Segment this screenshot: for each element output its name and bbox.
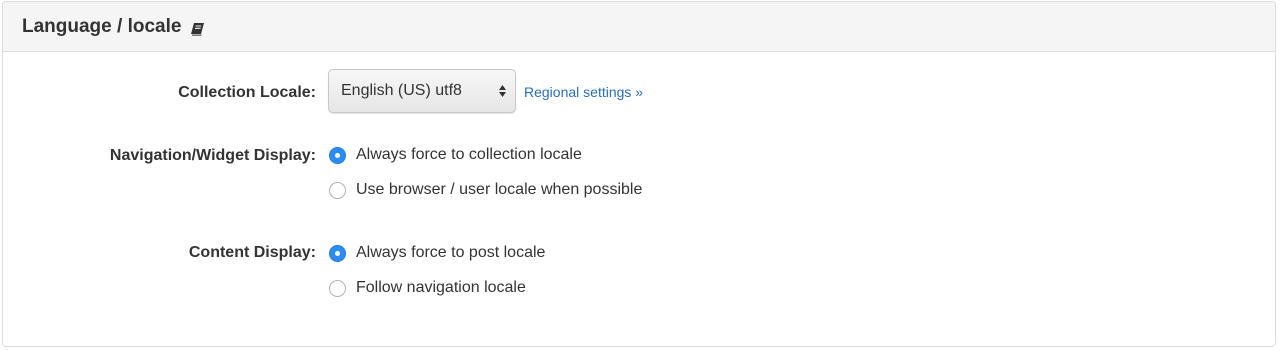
radio-content-follow-navigation[interactable]: Follow navigation locale bbox=[329, 279, 526, 297]
content-display-label: Content Display: bbox=[188, 244, 316, 261]
panel-heading: Language / locale bbox=[3, 2, 1275, 52]
panel-title: Language / locale bbox=[22, 15, 182, 37]
radio-button-unchecked[interactable] bbox=[329, 279, 346, 297]
radio-content-force-post[interactable]: Always force to post locale bbox=[329, 244, 545, 262]
radio-label: Follow navigation locale bbox=[356, 279, 526, 296]
radio-button-checked[interactable] bbox=[329, 244, 346, 262]
collection-locale-value: English (US) utf8 bbox=[341, 82, 462, 99]
book-icon[interactable] bbox=[190, 22, 205, 36]
regional-settings-link[interactable]: Regional settings » bbox=[524, 84, 643, 100]
radio-button-unchecked[interactable] bbox=[329, 181, 346, 199]
radio-button-checked[interactable] bbox=[329, 146, 346, 164]
navigation-display-label: Navigation/Widget Display: bbox=[109, 147, 316, 164]
radio-label: Always force to collection locale bbox=[356, 146, 582, 163]
collection-locale-label: Collection Locale: bbox=[178, 84, 316, 101]
collection-locale-select[interactable]: English (US) utf8 bbox=[328, 69, 516, 113]
radio-label: Always force to post locale bbox=[356, 244, 546, 261]
radio-nav-force-collection[interactable]: Always force to collection locale bbox=[329, 146, 582, 164]
select-arrows-icon bbox=[499, 85, 506, 97]
radio-nav-browser-locale[interactable]: Use browser / user locale when possible bbox=[329, 181, 642, 199]
language-locale-panel: Language / locale bbox=[2, 1, 1276, 347]
radio-label: Use browser / user locale when possible bbox=[356, 181, 643, 198]
